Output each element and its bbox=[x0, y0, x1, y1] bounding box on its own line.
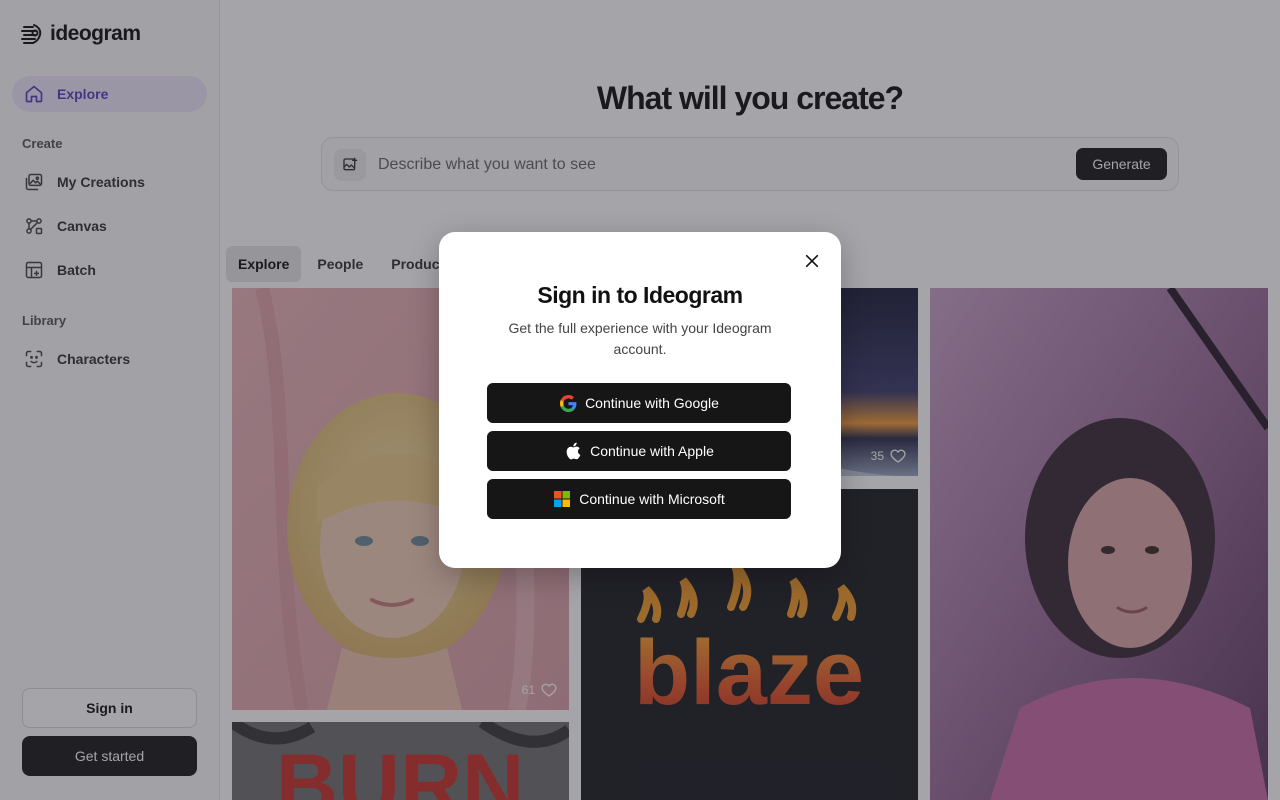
sign-in-modal: Sign in to Ideogram Get the full experie… bbox=[439, 232, 841, 568]
auth-button-label: Continue with Microsoft bbox=[579, 491, 725, 507]
google-icon bbox=[559, 394, 577, 412]
modal-title: Sign in to Ideogram bbox=[537, 282, 743, 308]
close-button[interactable] bbox=[801, 250, 823, 272]
modal-subtitle: Get the full experience with your Ideogr… bbox=[508, 320, 772, 357]
close-icon bbox=[803, 252, 821, 270]
auth-button-label: Continue with Apple bbox=[590, 443, 714, 459]
continue-with-microsoft-button[interactable]: Continue with Microsoft bbox=[487, 479, 791, 519]
auth-button-label: Continue with Google bbox=[585, 395, 719, 411]
continue-with-google-button[interactable]: Continue with Google bbox=[487, 383, 791, 423]
continue-with-apple-button[interactable]: Continue with Apple bbox=[487, 431, 791, 471]
apple-icon bbox=[564, 442, 582, 460]
microsoft-icon bbox=[553, 490, 571, 508]
